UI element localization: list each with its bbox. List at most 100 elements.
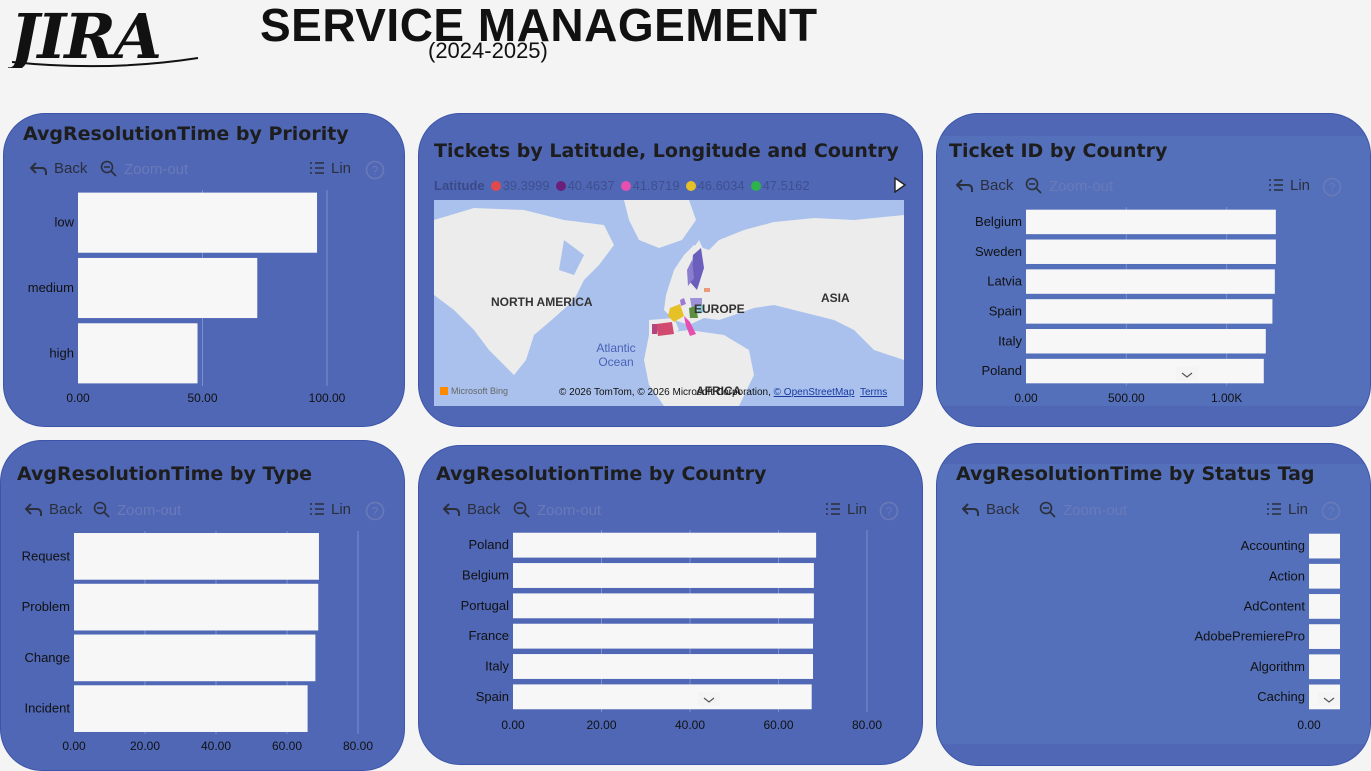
x-tick-label: 60.00 bbox=[763, 718, 793, 732]
legend-items: 39.3999 40.4637 41.8719 46.6034 47.5162 bbox=[490, 178, 810, 193]
x-tick-label: 0.00 bbox=[62, 739, 86, 753]
bar[interactable] bbox=[74, 634, 316, 682]
x-tick-label: 50.00 bbox=[187, 391, 217, 405]
map-canvas[interactable]: NORTH AMERICA EUROPE ASIA AFRICA Atlanti… bbox=[434, 200, 904, 406]
bar[interactable] bbox=[1309, 654, 1340, 680]
x-tick-label: 80.00 bbox=[852, 718, 882, 732]
label-europe: EUROPE bbox=[694, 302, 745, 316]
x-tick-label: 0.00 bbox=[1297, 718, 1321, 732]
y-category-label: Algorithm bbox=[1250, 659, 1305, 674]
jira-logo: JIRA bbox=[0, 0, 203, 73]
legend-dot-icon bbox=[490, 181, 501, 191]
x-tick-label: 60.00 bbox=[272, 739, 302, 753]
bar[interactable] bbox=[513, 532, 817, 558]
chevron-down-icon bbox=[1181, 372, 1193, 378]
status-chart: 0.00 Accounting Action AdContent AdobePremie… bbox=[937, 444, 1370, 765]
y-category-label: Incident bbox=[24, 701, 70, 716]
bar[interactable] bbox=[1026, 269, 1275, 294]
country-chart: 0.00 20.00 40.00 60.00 80.00 Poland Belgium Por… bbox=[419, 446, 922, 764]
card-country: AvgResolutionTime by Country Back Zoom-o… bbox=[418, 445, 923, 765]
y-category-label: Action bbox=[1269, 568, 1305, 583]
ticket-country-chart: 0.00 500.00 1.00K Belgium Sweden Latvia Spain I… bbox=[937, 114, 1370, 426]
y-category-label: Caching bbox=[1257, 689, 1305, 704]
bar[interactable] bbox=[74, 533, 319, 580]
bar[interactable] bbox=[78, 192, 318, 253]
bar[interactable] bbox=[513, 563, 814, 588]
bar[interactable] bbox=[513, 623, 814, 649]
legend-item[interactable]: 40.4637 bbox=[555, 178, 615, 193]
legend-item[interactable]: 47.5162 bbox=[750, 178, 810, 193]
priority-chart: 0.00 50.00 100.00 low medium high bbox=[4, 114, 404, 426]
bing-logo: Microsoft Bing bbox=[440, 386, 508, 396]
scroll-down-button[interactable] bbox=[1318, 692, 1340, 706]
logo-text: JIRA bbox=[8, 2, 160, 68]
scroll-down-button[interactable] bbox=[698, 692, 720, 706]
bar[interactable] bbox=[74, 685, 308, 732]
bar[interactable] bbox=[513, 654, 814, 679]
play-icon[interactable] bbox=[893, 177, 907, 193]
x-tick-label: 0.00 bbox=[1014, 391, 1038, 405]
x-tick-label: 80.00 bbox=[343, 739, 373, 753]
bar[interactable] bbox=[513, 593, 814, 619]
bar[interactable] bbox=[78, 323, 198, 384]
bar[interactable] bbox=[1026, 358, 1264, 384]
terms-link[interactable]: Terms bbox=[860, 387, 887, 398]
bar[interactable] bbox=[1309, 563, 1340, 589]
page-subtitle: (2024-2025) bbox=[428, 38, 548, 63]
osm-link[interactable]: © OpenStreetMap bbox=[774, 387, 855, 398]
bing-icon bbox=[440, 387, 448, 395]
y-category-label: AdobePremierePro bbox=[1194, 629, 1305, 644]
bar[interactable] bbox=[74, 583, 319, 631]
map-legend: Latitude 39.3999 40.4637 41.8719 46.6034 47.… bbox=[434, 178, 810, 193]
card-status: AvgResolutionTime by Status Tag Back Zoo… bbox=[936, 443, 1371, 766]
card-ticket-country: Ticket ID by Country Back Zoom-out Lin ?… bbox=[936, 113, 1371, 427]
legend-item[interactable]: 41.8719 bbox=[620, 178, 680, 193]
bar[interactable] bbox=[1026, 329, 1266, 354]
bar[interactable] bbox=[1026, 299, 1273, 324]
scroll-down-button[interactable] bbox=[1176, 367, 1198, 381]
x-tick-label: 20.00 bbox=[130, 739, 160, 753]
x-tick-label: 0.00 bbox=[501, 718, 525, 732]
y-category-label: Change bbox=[24, 650, 70, 665]
legend-item[interactable]: 46.6034 bbox=[685, 178, 745, 193]
bar[interactable] bbox=[513, 684, 812, 710]
x-tick-label: 40.00 bbox=[675, 718, 705, 732]
y-category-label: high bbox=[49, 345, 74, 360]
y-category-label: Belgium bbox=[462, 568, 509, 583]
bar[interactable] bbox=[1309, 533, 1340, 559]
label-ocean: Atlantic Ocean bbox=[596, 341, 636, 369]
type-chart: 0.00 20.00 40.00 60.00 80.00 Request Problem Ch… bbox=[1, 441, 404, 770]
label-asia: ASIA bbox=[821, 291, 850, 305]
bar[interactable] bbox=[1309, 594, 1340, 619]
y-category-label: low bbox=[54, 215, 74, 230]
legend-title: Latitude bbox=[434, 178, 485, 193]
y-category-label: Request bbox=[22, 548, 71, 563]
bar[interactable] bbox=[1026, 209, 1276, 235]
legend-dot-icon bbox=[620, 181, 631, 191]
card-priority: AvgResolutionTime by Priority Back Zoom-… bbox=[3, 113, 405, 427]
bar[interactable] bbox=[1309, 624, 1340, 649]
legend-item[interactable]: 39.3999 bbox=[490, 178, 550, 193]
y-category-label: Sweden bbox=[975, 244, 1022, 259]
chevron-down-icon bbox=[1323, 697, 1335, 703]
y-category-label: Italy bbox=[998, 333, 1022, 348]
card-type: AvgResolutionTime by Type Back Zoom-out … bbox=[0, 440, 405, 771]
y-category-label: Belgium bbox=[975, 214, 1022, 229]
card-map: Tickets by Latitude, Longitude and Count… bbox=[418, 113, 923, 427]
y-category-label: Portugal bbox=[461, 598, 510, 613]
x-tick-label: 0.00 bbox=[66, 391, 90, 405]
y-category-label: France bbox=[469, 628, 509, 643]
x-tick-label: 500.00 bbox=[1108, 391, 1145, 405]
bar[interactable] bbox=[1026, 239, 1276, 264]
x-tick-label: 20.00 bbox=[586, 718, 616, 732]
x-tick-label: 1.00K bbox=[1211, 391, 1242, 405]
y-category-label: AdContent bbox=[1244, 598, 1306, 613]
legend-dot-icon bbox=[750, 181, 761, 191]
bar[interactable] bbox=[78, 257, 258, 319]
y-category-label: Italy bbox=[485, 659, 509, 674]
legend-dot-icon bbox=[685, 181, 696, 191]
x-tick-label: 40.00 bbox=[201, 739, 231, 753]
y-category-label: Latvia bbox=[987, 274, 1022, 289]
y-category-label: Accounting bbox=[1241, 538, 1305, 553]
card-title: Tickets by Latitude, Longitude and Count… bbox=[434, 140, 899, 162]
